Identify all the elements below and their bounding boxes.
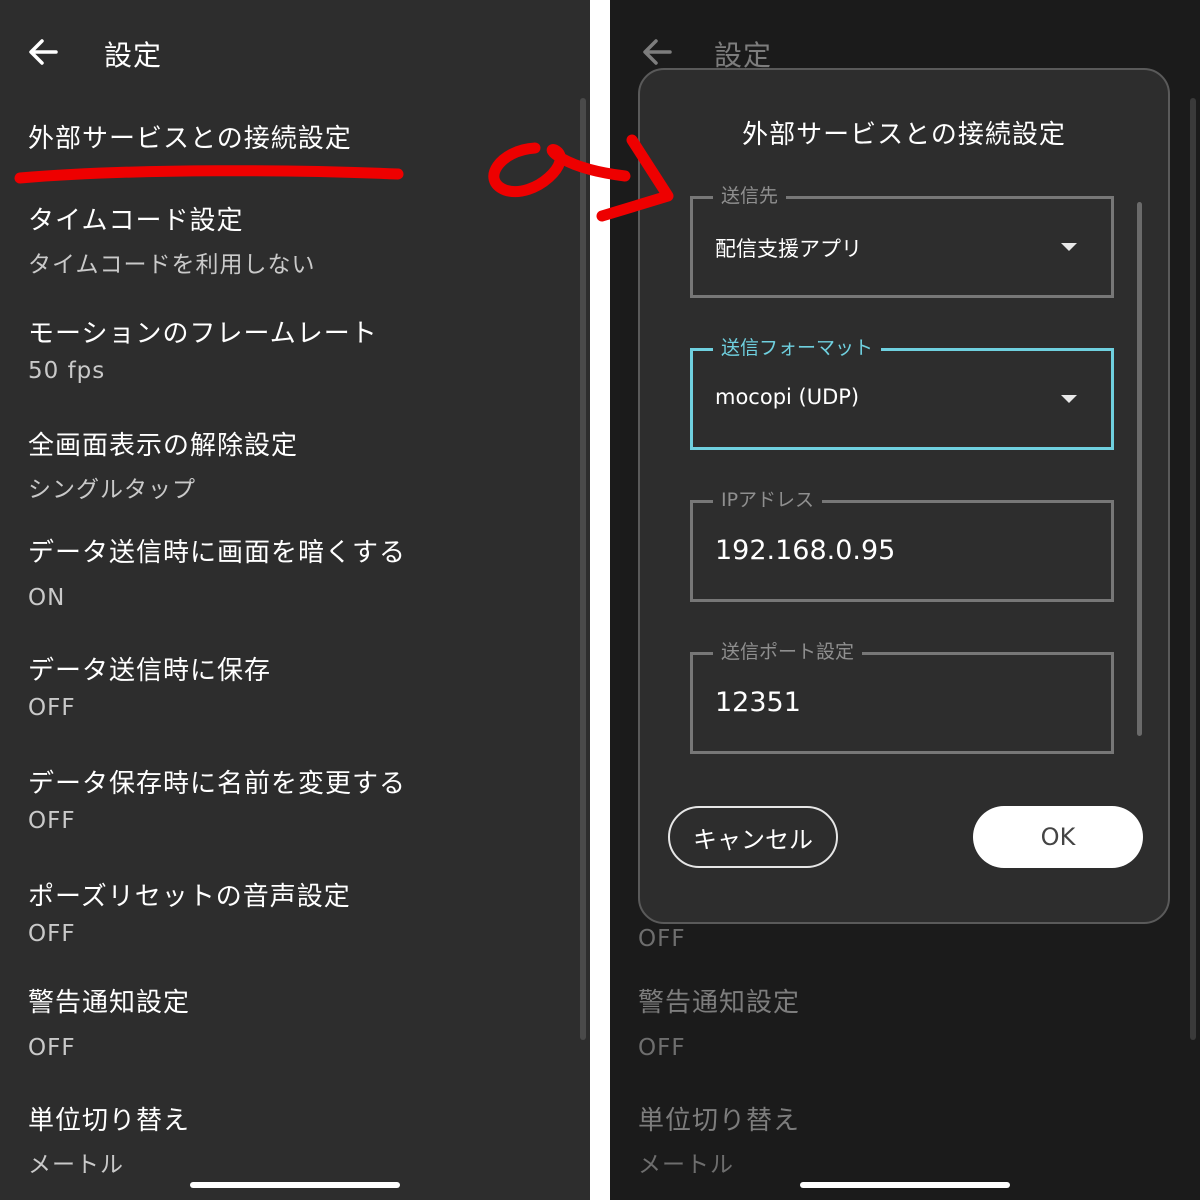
setting-rename-on-save[interactable]: データ保存時に名前を変更する OFF	[28, 763, 406, 834]
setting-value: タイムコードを利用しない	[28, 252, 316, 278]
setting-title: データ送信時に画面を暗くする	[28, 538, 407, 568]
settings-screen: 設定 外部サービスとの接続設定 タイムコード設定 タイムコードを利用しない モー…	[0, 0, 590, 1200]
setting-value: 50 fps	[28, 358, 106, 384]
settings-screen-with-dialog: 設定 OFF 警告通知設定 OFF 単位切り替え メートル 外部サービスとの接続…	[610, 0, 1200, 1200]
setting-title: データ保存時に名前を変更する	[28, 769, 407, 799]
dropdown-caret-icon[interactable]	[1061, 243, 1077, 251]
setting-value: OFF	[28, 695, 76, 721]
dropdown-caret-icon[interactable]	[1061, 395, 1077, 403]
external-service-dialog: 外部サービスとの接続設定 送信先 配信支援アプリ 送信フォーマット mocopi…	[638, 68, 1170, 924]
setting-pose-reset-voice[interactable]: ポーズリセットの音声設定 OFF	[28, 876, 351, 947]
page-title: 設定	[104, 39, 163, 72]
setting-warning-notification[interactable]: 警告通知設定 OFF	[28, 982, 190, 1061]
field-label: 送信ポート設定	[713, 637, 863, 664]
setting-title: 単位切り替え	[638, 1106, 801, 1136]
ok-button[interactable]: OK	[973, 806, 1143, 868]
setting-frame-rate[interactable]: モーションのフレームレート 50 fps	[28, 313, 378, 384]
field-label: IPアドレス	[713, 485, 823, 512]
setting-warning-notification: 警告通知設定 OFF	[638, 982, 800, 1061]
setting-fullscreen-release[interactable]: 全画面表示の解除設定 シングルタップ	[28, 425, 298, 504]
setting-value: メートル	[28, 1152, 124, 1178]
setting-title: 警告通知設定	[638, 988, 801, 1018]
field-label: 送信先	[713, 181, 787, 208]
home-indicator[interactable]	[800, 1182, 1010, 1188]
scrollbar	[1190, 98, 1196, 1040]
setting-value: OFF	[28, 808, 76, 834]
field-value: 配信支援アプリ	[715, 237, 862, 261]
setting-unit-switch: 単位切り替え メートル	[638, 1100, 800, 1179]
dialog-title: 外部サービスとの接続設定	[742, 120, 1066, 150]
setting-value: OFF	[638, 926, 686, 952]
setting-value: シングルタップ	[28, 477, 196, 503]
setting-title: データ送信時に保存	[28, 656, 272, 686]
field-value: 192.168.0.95	[715, 535, 896, 566]
field-value: 12351	[715, 687, 801, 718]
back-arrow-icon[interactable]	[22, 30, 66, 74]
cancel-button[interactable]: キャンセル	[668, 806, 838, 868]
setting-title: 単位切り替え	[28, 1106, 191, 1136]
dialog-scrollbar[interactable]	[1137, 202, 1142, 736]
setting-unit-switch[interactable]: 単位切り替え メートル	[28, 1100, 190, 1179]
setting-title: モーションのフレームレート	[28, 319, 378, 349]
setting-title: 警告通知設定	[28, 988, 191, 1018]
ip-address-field[interactable]: IPアドレス 192.168.0.95	[690, 485, 1114, 602]
home-indicator[interactable]	[190, 1182, 400, 1188]
destination-select[interactable]: 送信先 配信支援アプリ	[690, 181, 1114, 298]
app-bar: 設定	[0, 0, 590, 100]
setting-title: 全画面表示の解除設定	[28, 431, 299, 461]
setting-value: ON	[28, 585, 66, 611]
setting-value: OFF	[28, 921, 76, 947]
setting-timecode[interactable]: タイムコード設定 タイムコードを利用しない	[28, 200, 316, 279]
setting-dim-on-send[interactable]: データ送信時に画面を暗くする ON	[28, 532, 406, 611]
setting-title: ポーズリセットの音声設定	[28, 882, 351, 912]
setting-value: メートル	[638, 1152, 734, 1178]
field-label: 送信フォーマット	[713, 333, 882, 360]
setting-title: 外部サービスとの接続設定	[28, 124, 352, 154]
setting-external-service[interactable]: 外部サービスとの接続設定	[28, 118, 352, 155]
setting-title: タイムコード設定	[28, 206, 244, 236]
format-select[interactable]: 送信フォーマット mocopi (UDP)	[690, 333, 1114, 450]
setting-save-on-send[interactable]: データ送信時に保存 OFF	[28, 650, 271, 721]
setting-value: OFF	[638, 1035, 686, 1061]
field-value: mocopi (UDP)	[715, 385, 860, 409]
setting-value: OFF	[28, 1035, 76, 1061]
scrollbar[interactable]	[580, 98, 586, 1040]
port-field[interactable]: 送信ポート設定 12351	[690, 637, 1114, 754]
